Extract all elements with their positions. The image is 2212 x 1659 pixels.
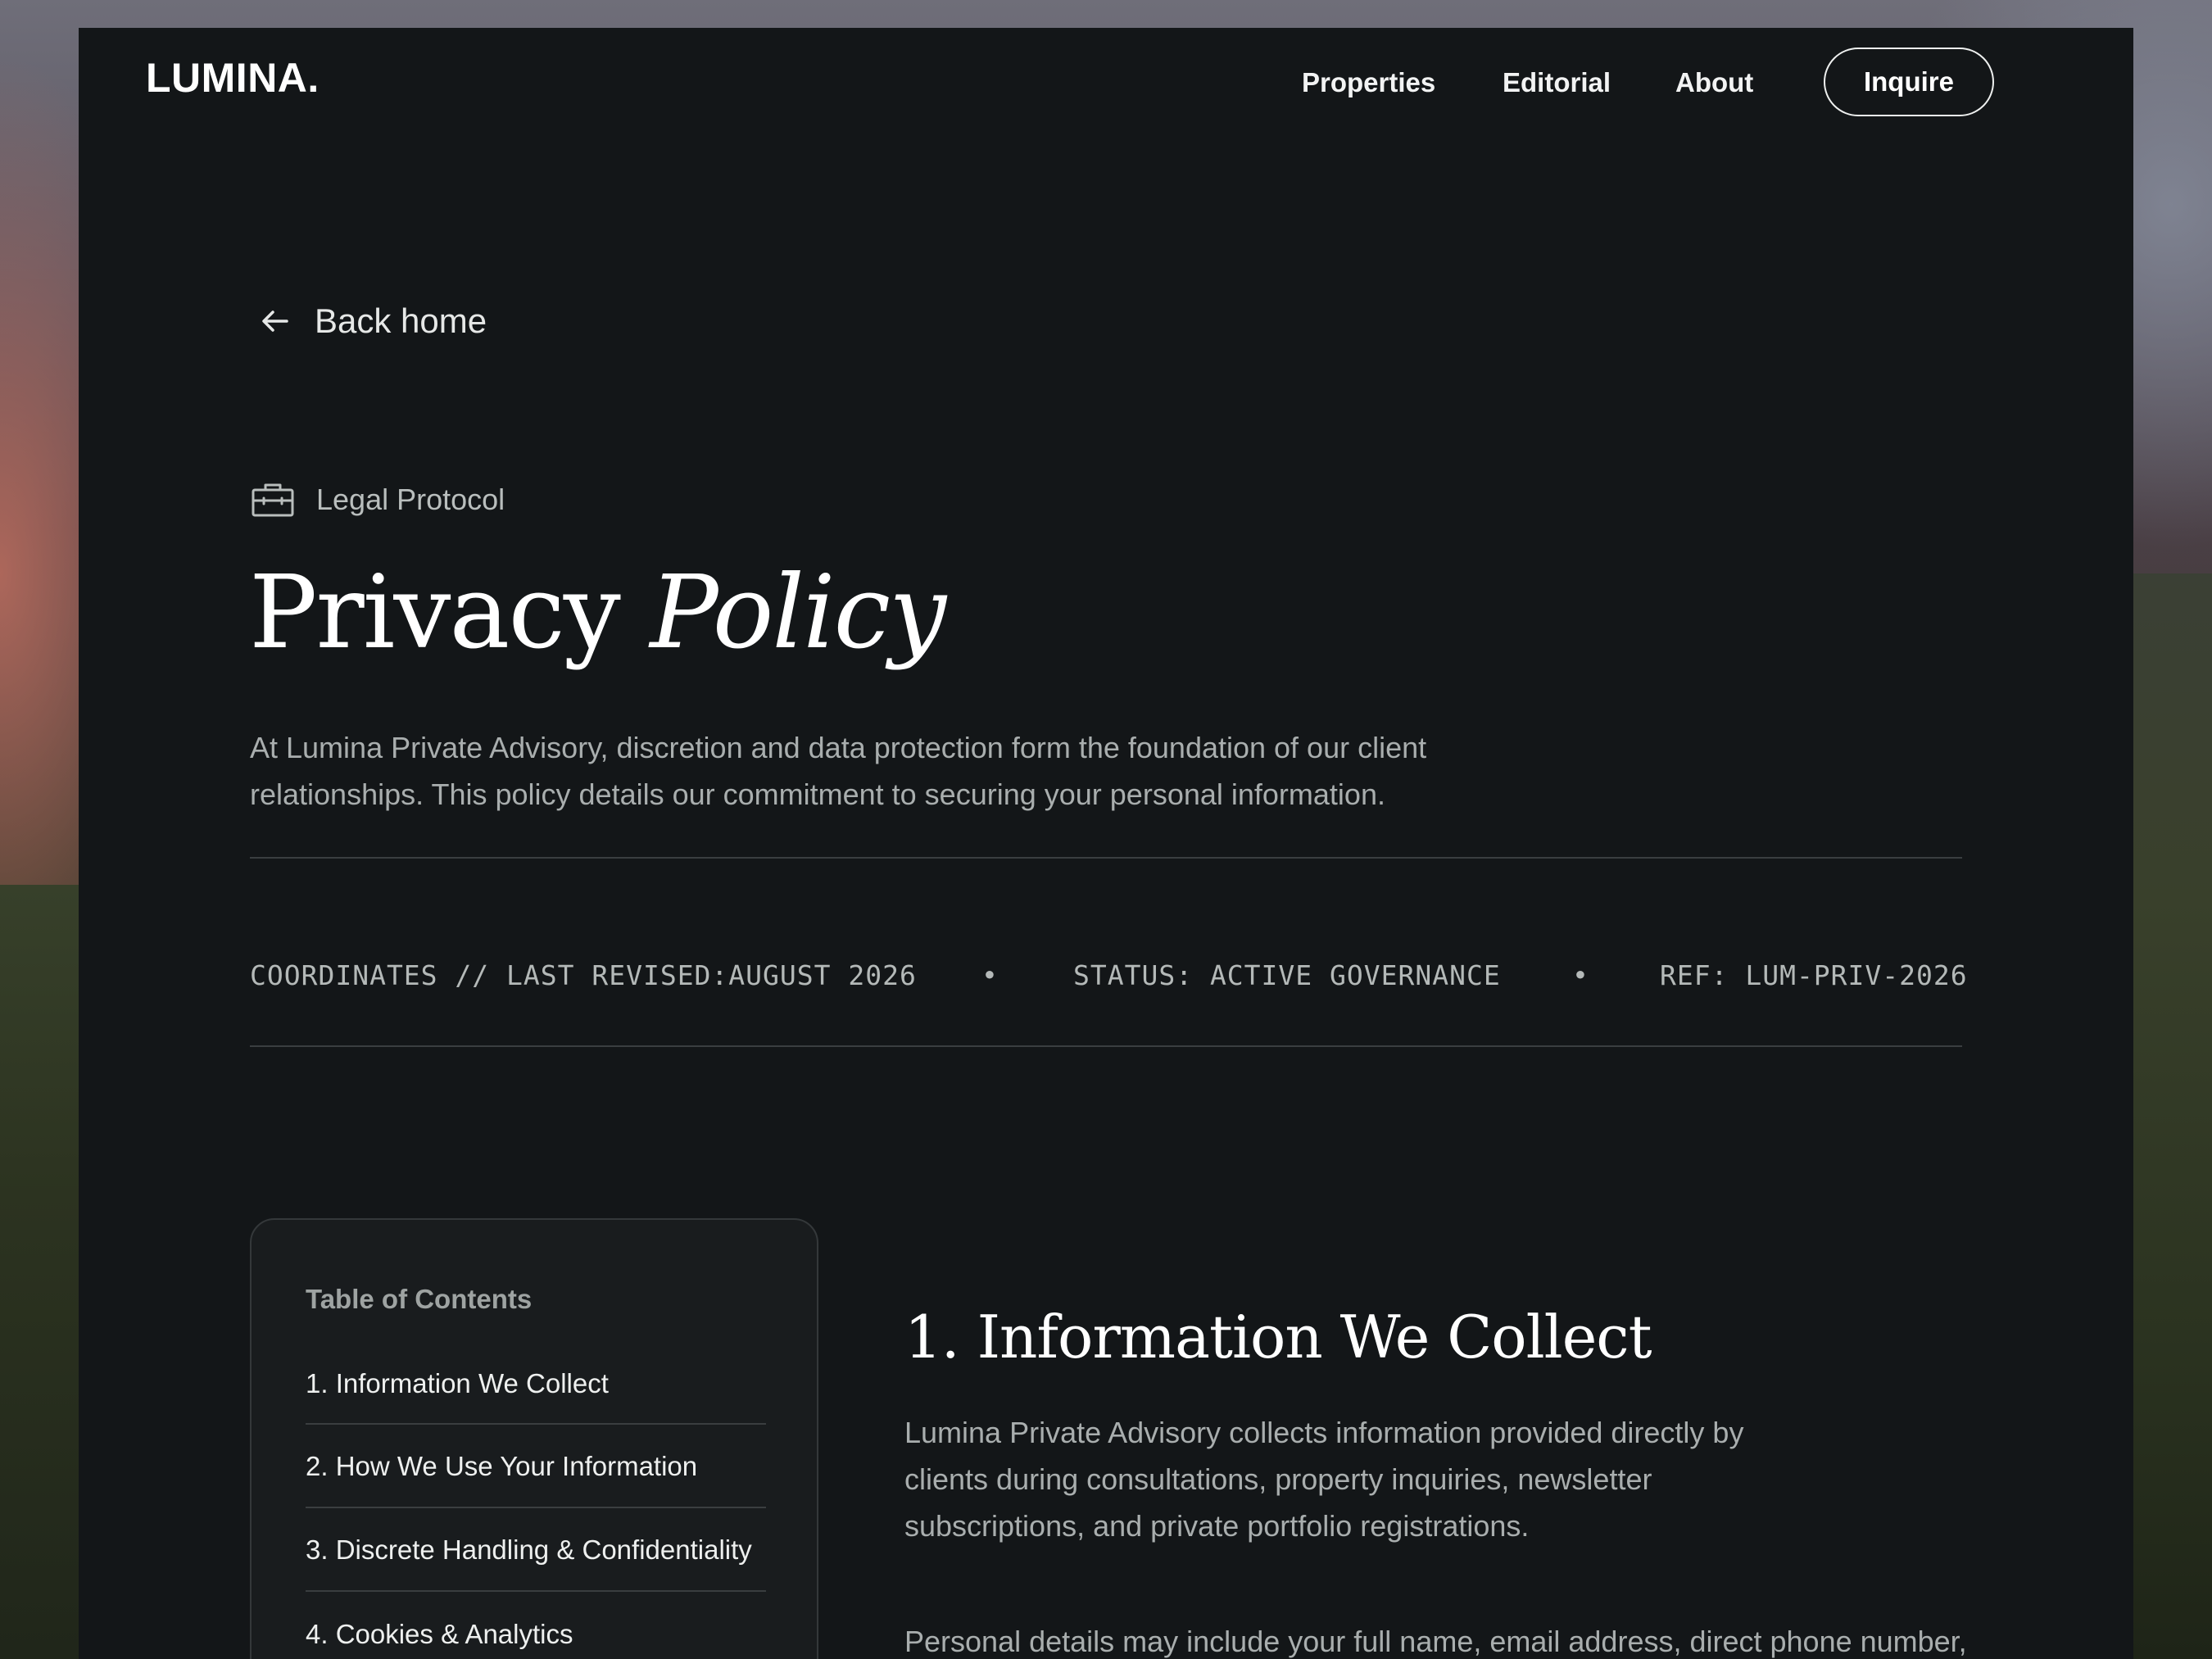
divider-top xyxy=(250,857,1962,859)
legal-protocol-kicker: Legal Protocol xyxy=(251,481,505,519)
toc-item-discrete-handling[interactable]: 3. Discrete Handling & Confidentiality xyxy=(306,1508,766,1592)
logo[interactable]: LUMINA. xyxy=(146,57,320,98)
section-paragraph: Lumina Private Advisory collects informa… xyxy=(904,1416,1744,1543)
nav-link-properties[interactable]: Properties xyxy=(1302,69,1435,96)
meta-separator-dot: • xyxy=(1572,959,1589,991)
nav-link-about[interactable]: About xyxy=(1675,69,1753,96)
page-title-plain: Privacy xyxy=(249,554,621,672)
inquire-button[interactable]: Inquire xyxy=(1824,48,1994,116)
page-title: Privacy Policy xyxy=(249,562,946,664)
toc-item-how-we-use[interactable]: 2. How We Use Your Information xyxy=(306,1425,766,1508)
meta-last-revised: COORDINATES // LAST REVISED:AUGUST 2026 xyxy=(250,959,917,991)
meta-status: STATUS: ACTIVE GOVERNANCE xyxy=(1073,959,1501,991)
table-of-contents: Table of Contents 1. Information We Coll… xyxy=(250,1218,818,1659)
toc-item-cookies-analytics[interactable]: 4. Cookies & Analytics xyxy=(306,1592,766,1659)
meta-reference: REF: LUM-PRIV-2026 xyxy=(1660,959,1968,991)
intro-paragraph: At Lumina Private Advisory, discretion a… xyxy=(250,731,1427,811)
arrow-left-icon xyxy=(262,310,288,332)
briefcase-icon xyxy=(252,483,294,517)
top-nav: LUMINA. Properties Editorial About Inqui… xyxy=(79,28,2133,138)
kicker-label: Legal Protocol xyxy=(316,483,505,516)
section-paragraph: Personal details may include your full n… xyxy=(904,1625,1967,1658)
divider-bottom xyxy=(250,1045,1962,1047)
page-title-emphasis: Policy xyxy=(650,554,946,672)
nav-link-editorial[interactable]: Editorial xyxy=(1503,69,1611,96)
meta-separator-dot: • xyxy=(981,959,999,991)
back-home-label: Back home xyxy=(315,301,487,340)
back-home-link[interactable]: Back home xyxy=(257,303,487,339)
toc-heading: Table of Contents xyxy=(306,1284,533,1314)
background-hill-left xyxy=(0,885,90,1659)
page-window: LUMINA. Properties Editorial About Inqui… xyxy=(79,28,2133,1659)
section-title: 1. Information We Collect xyxy=(904,1303,1652,1371)
toc-list: 1. Information We Collect 2. How We Use … xyxy=(306,1343,766,1659)
toc-item-information-we-collect[interactable]: 1. Information We Collect xyxy=(306,1343,766,1425)
background-hill-right xyxy=(2122,573,2212,1659)
